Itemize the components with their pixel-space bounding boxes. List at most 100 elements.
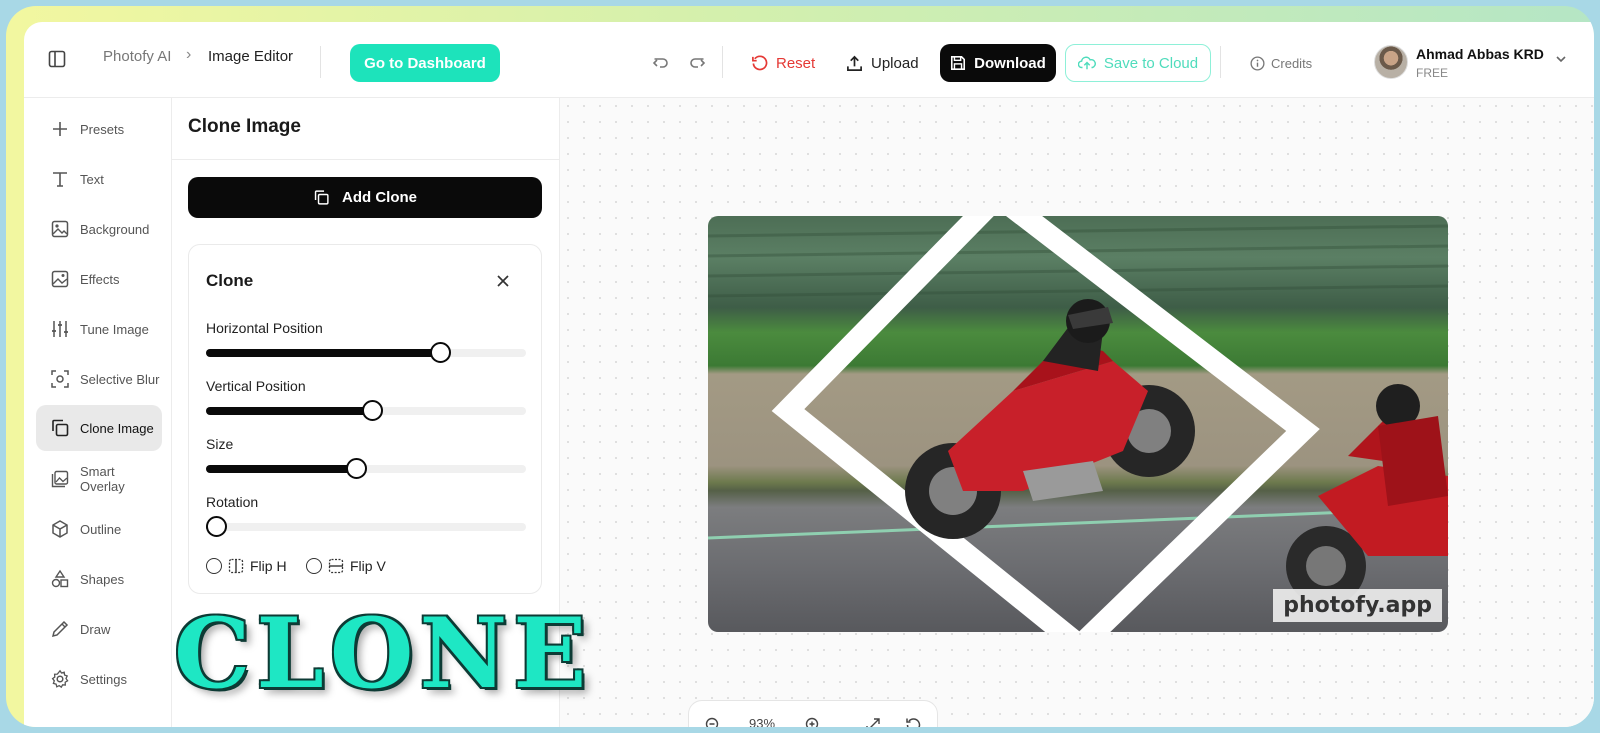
- sidebar-item-tune-image[interactable]: Tune Image: [36, 306, 162, 352]
- flip-h-radio[interactable]: [206, 558, 222, 574]
- breadcrumb-app[interactable]: Photofy AI: [103, 48, 171, 65]
- flip-v-radio[interactable]: [306, 558, 322, 574]
- save-disk-icon: [951, 55, 966, 71]
- sidebar-item-label: Text: [80, 171, 104, 187]
- slider-fill: [206, 407, 373, 415]
- avatar[interactable]: [1374, 45, 1408, 79]
- sidebar-item-shapes[interactable]: Shapes: [36, 556, 162, 602]
- sidebar-item-background[interactable]: Background: [36, 206, 162, 252]
- zoom-toolbar: 93%: [688, 700, 938, 727]
- image-icon: [51, 220, 69, 238]
- slider-thumb[interactable]: [205, 516, 227, 537]
- vertical-position-label: Vertical Position: [206, 378, 306, 394]
- credits-label: Credits: [1271, 55, 1313, 71]
- vertical-position-slider[interactable]: [206, 400, 526, 421]
- rotation-slider[interactable]: [205, 516, 526, 537]
- sparkle-image-icon: [51, 270, 69, 288]
- sidebar-item-text[interactable]: Text: [36, 156, 162, 202]
- zoom-in-icon[interactable]: [805, 717, 821, 727]
- user-plan: FREE: [1416, 66, 1449, 80]
- undo-icon[interactable]: [652, 54, 670, 72]
- watermark: photofy.app: [1273, 589, 1442, 622]
- redo-icon[interactable]: [688, 54, 706, 72]
- download-label: Download: [974, 54, 1046, 72]
- divider: [1220, 46, 1221, 78]
- clone-card: Clone Horizontal Position Vertical Posit…: [188, 244, 542, 594]
- sidebar-item-label: Smart Overlay: [80, 464, 125, 494]
- sidebar-item-label: Shapes: [80, 571, 125, 587]
- flip-horizontal-icon: [228, 558, 244, 574]
- rotation-label: Rotation: [206, 494, 259, 510]
- sidebar-toggle-icon[interactable]: [48, 50, 66, 68]
- reset-button[interactable]: Reset: [751, 44, 815, 82]
- sidebar-item-draw[interactable]: Draw: [36, 606, 162, 652]
- divider: [172, 159, 559, 160]
- sidebar-item-smart-overlay[interactable]: Smart Overlay: [36, 456, 162, 502]
- motorcycle-photo: [708, 216, 1448, 632]
- focus-icon: [51, 370, 69, 388]
- sidebar-item-label: Presets: [80, 121, 125, 137]
- cube-icon: [52, 520, 68, 538]
- sidebar-item-clone-image[interactable]: Clone Image: [36, 405, 162, 451]
- sidebar-item-label: Settings: [80, 671, 127, 687]
- sidebar-item-effects[interactable]: Effects: [36, 256, 162, 302]
- save-to-cloud-label: Save to Cloud: [1103, 54, 1199, 72]
- layers-image-icon: [51, 470, 69, 488]
- save-to-cloud-button[interactable]: Save to Cloud: [1065, 44, 1211, 82]
- sidebar-item-label: Draw: [80, 621, 111, 637]
- user-name: Ahmad Abbas KRD: [1416, 46, 1544, 62]
- credits-button[interactable]: Credits: [1250, 44, 1312, 82]
- rotate-reset-icon[interactable]: [905, 717, 921, 727]
- sidebar-item-presets[interactable]: Presets: [36, 106, 162, 152]
- upload-icon: [847, 55, 862, 71]
- flip-h-option[interactable]: Flip H: [206, 558, 287, 574]
- sidebar-item-label: Selective Blur: [80, 371, 160, 387]
- copy-icon: [52, 419, 69, 437]
- divider: [722, 46, 723, 78]
- close-icon[interactable]: [495, 273, 511, 289]
- horizontal-position-slider[interactable]: [206, 342, 526, 363]
- go-to-dashboard-button[interactable]: Go to Dashboard: [350, 44, 500, 82]
- add-clone-button[interactable]: Add Clone: [188, 177, 542, 218]
- screenshot-frame: Photofy AI › Image Editor Go to Dashboar…: [6, 6, 1594, 727]
- divider: [320, 46, 321, 78]
- upload-button[interactable]: Upload: [846, 44, 919, 82]
- zoom-out-icon[interactable]: [705, 717, 721, 727]
- chevron-right-icon: ›: [186, 46, 192, 63]
- plus-icon: [53, 122, 67, 136]
- sidebar-item-label: Tune Image: [80, 321, 149, 337]
- slider-thumb[interactable]: [429, 342, 451, 363]
- size-label: Size: [206, 436, 234, 452]
- chevron-down-icon[interactable]: [1554, 52, 1568, 66]
- sidebar-item-label: Background: [80, 221, 150, 237]
- cloud-upload-icon: [1077, 56, 1096, 70]
- sidebar-item-selective-blur[interactable]: Selective Blur: [36, 356, 162, 402]
- editor-canvas[interactable]: photofy.app 93%: [560, 98, 1594, 727]
- reset-icon: [752, 54, 768, 70]
- download-button[interactable]: Download: [940, 44, 1056, 82]
- upload-label: Upload: [871, 54, 919, 72]
- edited-image[interactable]: photofy.app: [708, 216, 1448, 632]
- fit-screen-icon[interactable]: [865, 717, 881, 727]
- slider-fill: [206, 465, 357, 473]
- sidebar-item-outline[interactable]: Outline: [36, 506, 162, 552]
- flip-v-label: Flip V: [350, 558, 386, 574]
- horizontal-position-label: Horizontal Position: [206, 320, 323, 336]
- sidebar-item-settings[interactable]: Settings: [36, 656, 162, 702]
- flip-v-option[interactable]: Flip V: [306, 558, 386, 574]
- gear-icon: [51, 669, 69, 689]
- size-slider[interactable]: [206, 458, 526, 479]
- slider-fill: [206, 349, 440, 357]
- copy-icon: [314, 190, 329, 205]
- slider-thumb[interactable]: [346, 458, 368, 479]
- top-bar: Photofy AI › Image Editor Go to Dashboar…: [24, 22, 1594, 98]
- reset-label: Reset: [776, 54, 816, 72]
- shapes-icon: [51, 569, 69, 588]
- slider-thumb[interactable]: [362, 400, 384, 421]
- sidebar-item-label: Effects: [80, 271, 120, 287]
- panel-title: Clone Image: [188, 116, 301, 137]
- clone-overlay-title: CLONE: [174, 597, 593, 710]
- info-icon: [1250, 55, 1265, 71]
- tool-sidebar: Presets Text Background Effects Tune Ima…: [24, 98, 172, 727]
- zoom-level: 93%: [749, 716, 776, 727]
